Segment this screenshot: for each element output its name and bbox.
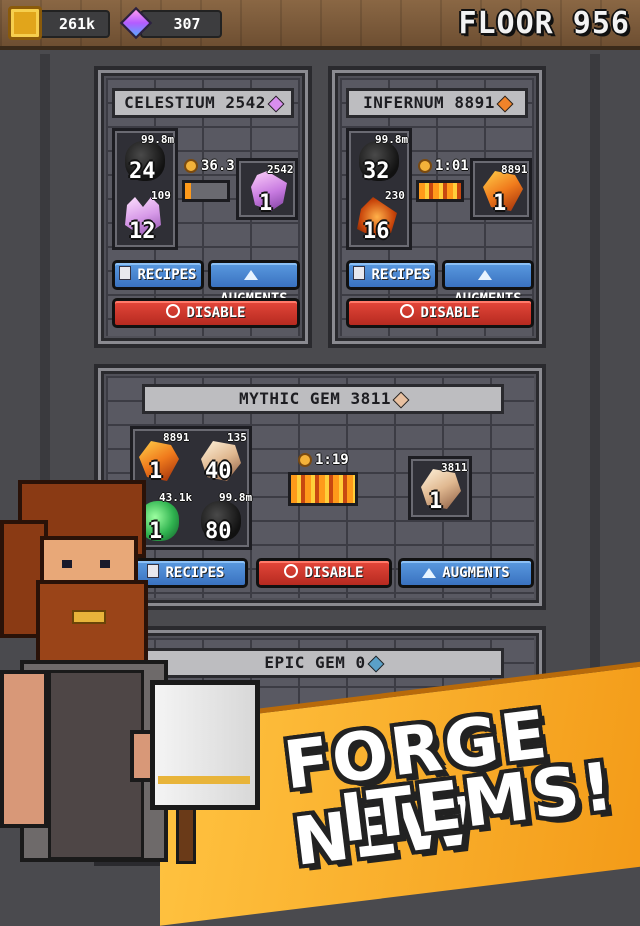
input-slots[interactable]: 99.8m 32 230 16 [346,128,412,250]
input-slots[interactable]: 99.8m 24 109 12 [112,128,178,250]
chevron-up-icon [422,568,437,578]
chevron-up-icon [244,270,258,280]
blacksmith-eye-right [100,560,110,568]
output-count: 1 [429,489,443,514]
forge-panel-infernum: INFERNUM 8891 99.8m 32 230 16 1:01 8891 … [328,66,546,348]
forge-timer: 36.3 [184,158,235,174]
input-stock: 135 [227,431,247,444]
augments-button[interactable]: AUGMENTS [442,260,534,307]
timer-text: 1:19 [315,452,349,468]
input-stock: 8891 [163,431,190,444]
output-stock: 3811 [441,461,468,474]
disable-label: DISABLE [186,305,246,321]
power-icon [166,304,181,318]
chevron-up-icon [478,270,492,280]
output-slot[interactable]: 2542 1 [236,158,298,220]
recipes-button[interactable]: RECIPES [346,260,438,290]
blacksmith-arm [0,670,48,828]
input-stock: 99.8m [375,133,409,146]
forge-progress-bar [182,180,230,202]
scroll-icon [119,266,132,280]
input-stock: 99.8m [141,133,175,146]
forge-progress-bar [416,180,464,202]
floor-label: FLOOR 956 [458,6,630,41]
output-stock: 8891 [501,163,528,176]
blacksmith-beard-ring [72,610,106,624]
clock-icon [418,159,432,173]
augments-button[interactable]: AUGMENTS [398,558,534,588]
infernum-gem-icon [496,95,514,112]
forge-title-text: CELESTIUM 2542 [124,93,266,112]
forge-title-text: MYTHIC GEM 3811 [239,389,391,408]
input-stock: 230 [385,189,405,202]
epic-gem-icon [367,655,385,672]
output-count: 1 [259,191,273,216]
clock-icon [184,159,198,173]
gem-amount: 307 [173,15,201,33]
forge-progress-bar [288,472,358,506]
forge-panel-celestium: CELESTIUM 2542 99.8m 24 109 12 36.3 2542… [94,66,312,348]
mythic-gem-icon [392,391,410,408]
progress-fill [185,183,192,199]
power-icon [400,304,415,318]
gold-amount: 261k [58,15,96,33]
output-count: 1 [493,191,507,216]
hammer-head [150,680,260,810]
disable-button[interactable]: DISABLE [346,298,534,328]
gold-counter: 261k [30,10,110,38]
recipes-button[interactable]: RECIPES [112,260,204,290]
input-required: 16 [363,219,390,244]
augments-label: AUGMENTS [442,565,510,581]
input-required: 32 [363,159,390,184]
forge-title: CELESTIUM 2542 [112,88,294,118]
forge-title: INFERNUM 8891 [346,88,528,118]
blacksmith-character [0,480,290,864]
disable-button[interactable]: DISABLE [112,298,300,328]
clock-icon [298,453,312,467]
disable-label: DISABLE [420,305,480,321]
input-stock: 109 [151,189,171,202]
output-stock: 2542 [267,163,294,176]
gem-counter: 307 [140,10,222,38]
forge-title: MYTHIC GEM 3811 [142,384,504,414]
input-required: 12 [129,219,156,244]
gold-coin-icon [8,6,42,40]
forge-timer: 1:19 [298,452,349,468]
output-slot[interactable]: 3811 1 [408,456,472,520]
blacksmith-beard [36,580,148,668]
progress-fill [419,183,461,199]
celestium-gem-icon [267,95,285,112]
scroll-icon [353,266,366,280]
input-required: 24 [129,159,156,184]
forge-timer: 1:01 [418,158,469,174]
output-slot[interactable]: 8891 1 [470,158,532,220]
forge-title-text: INFERNUM 8891 [363,93,495,112]
recipes-label: RECIPES [137,267,197,283]
augments-button[interactable]: AUGMENTS [208,260,300,307]
recipes-label: RECIPES [371,267,431,283]
disable-label: DISABLE [304,565,364,581]
timer-text: 36.3 [201,158,235,174]
progress-fill [291,475,355,503]
top-bar: 261k 307 FLOOR 956 [0,0,640,50]
hammer-band [158,776,250,784]
timer-text: 1:01 [435,158,469,174]
blacksmith-eye-left [62,560,72,568]
